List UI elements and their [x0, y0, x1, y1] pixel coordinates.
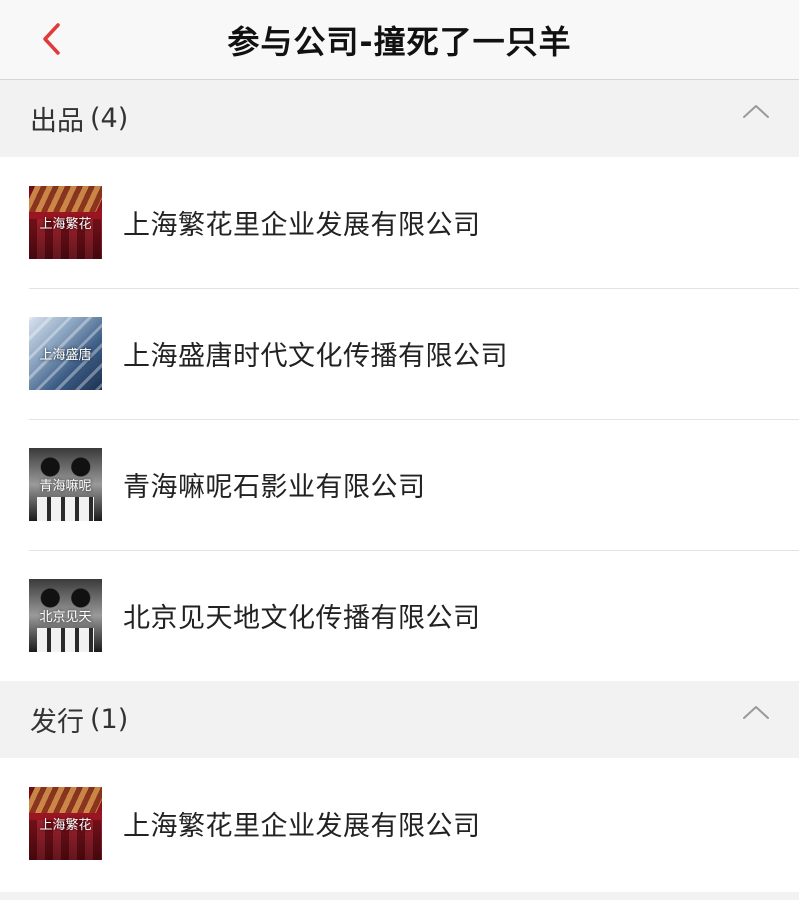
section-header-production[interactable]: 出品 (4) [0, 80, 799, 157]
chevron-up-icon[interactable] [741, 102, 771, 122]
nav-bar: 参与公司-撞死了一只羊 [0, 0, 799, 80]
company-logo: 上海繁花 [29, 787, 102, 860]
section-count: (4) [90, 103, 129, 134]
company-name: 上海繁花里企业发展有限公司 [123, 210, 481, 241]
company-name: 青海嘛呢石影业有限公司 [123, 472, 426, 503]
company-logo: 北京见天 [29, 579, 102, 652]
chevron-up-icon[interactable] [741, 703, 771, 723]
company-logo: 上海盛唐 [29, 317, 102, 390]
section-count: (1) [90, 704, 129, 735]
company-name: 北京见天地文化传播有限公司 [123, 603, 481, 634]
company-row[interactable]: 北京见天 北京见天地文化传播有限公司 [0, 550, 799, 681]
section-label: 发行 [30, 707, 84, 738]
bottom-divider [0, 892, 799, 900]
logo-text: 上海繁花 [39, 818, 92, 833]
chevron-left-icon [43, 23, 60, 55]
section-label: 出品 [30, 106, 84, 137]
company-name: 上海繁花里企业发展有限公司 [123, 811, 481, 842]
section-header-distribution[interactable]: 发行 (1) [0, 681, 799, 758]
company-row[interactable]: 上海盛唐 上海盛唐时代文化传播有限公司 [0, 288, 799, 419]
company-logo: 上海繁花 [29, 186, 102, 259]
company-row[interactable]: 上海繁花 上海繁花里企业发展有限公司 [0, 157, 799, 288]
company-logo: 青海嘛呢 [29, 448, 102, 521]
company-name: 上海盛唐时代文化传播有限公司 [123, 341, 508, 372]
logo-text: 上海盛唐 [39, 348, 92, 363]
logo-text: 青海嘛呢 [39, 479, 92, 494]
company-list-distribution: 上海繁花 上海繁花里企业发展有限公司 [0, 758, 799, 889]
company-row[interactable]: 上海繁花 上海繁花里企业发展有限公司 [0, 758, 799, 889]
company-list-production: 上海繁花 上海繁花里企业发展有限公司 上海盛唐 上海盛唐时代文化传播有限公司 青… [0, 157, 799, 681]
back-button[interactable] [28, 16, 74, 62]
page-title: 参与公司-撞死了一只羊 [227, 22, 572, 61]
logo-text: 北京见天 [39, 610, 92, 625]
company-row[interactable]: 青海嘛呢 青海嘛呢石影业有限公司 [0, 419, 799, 550]
logo-text: 上海繁花 [39, 217, 92, 232]
